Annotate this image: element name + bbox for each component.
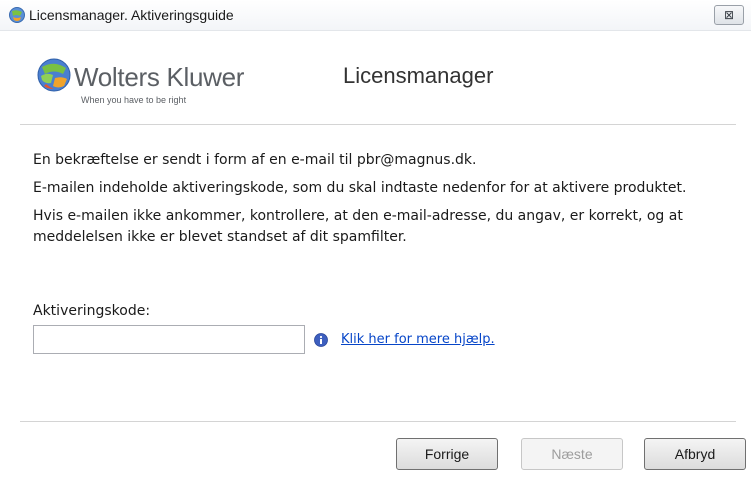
help-link[interactable]: Klik her for mere hjælp. (341, 332, 495, 347)
title-bar[interactable]: Licensmanager. Aktiveringsguide ⊠ (0, 0, 751, 31)
window-title: Licensmanager. Aktiveringsguide (29, 7, 234, 23)
wolters-kluwer-globe-icon (37, 58, 71, 92)
activation-code-label: Aktiveringskode: (33, 303, 151, 319)
spam-filter-text: Hvis e-mailen ikke ankommer, kontrollere… (33, 208, 683, 245)
cancel-button[interactable]: Afbryd (644, 438, 746, 470)
brand-name: Wolters Kluwer (74, 62, 245, 92)
next-button[interactable]: Næste (521, 438, 623, 470)
brand-tagline: When you have to be right (81, 95, 187, 105)
close-icon: ⊠ (723, 8, 735, 22)
activation-code-input[interactable] (33, 325, 305, 354)
info-icon (314, 333, 328, 347)
app-globe-icon (9, 7, 25, 23)
previous-button[interactable]: Forrige (396, 438, 498, 470)
wolters-kluwer-logo: Wolters Kluwer When you have to be right (37, 58, 277, 108)
close-button[interactable]: ⊠ (714, 5, 744, 25)
enter-code-text: E-mailen indeholde aktiveringskode, som … (33, 180, 687, 196)
header-divider (20, 124, 736, 125)
instructions: En bekræftelse er sendt i form af en e-m… (33, 150, 733, 255)
footer-divider (20, 421, 736, 422)
licensmanager-dialog: Licensmanager. Aktiveringsguide ⊠ Wolter… (0, 0, 751, 485)
confirmation-text: En bekræftelse er sendt i form af en e-m… (33, 152, 477, 168)
product-title: Licensmanager (343, 63, 494, 88)
